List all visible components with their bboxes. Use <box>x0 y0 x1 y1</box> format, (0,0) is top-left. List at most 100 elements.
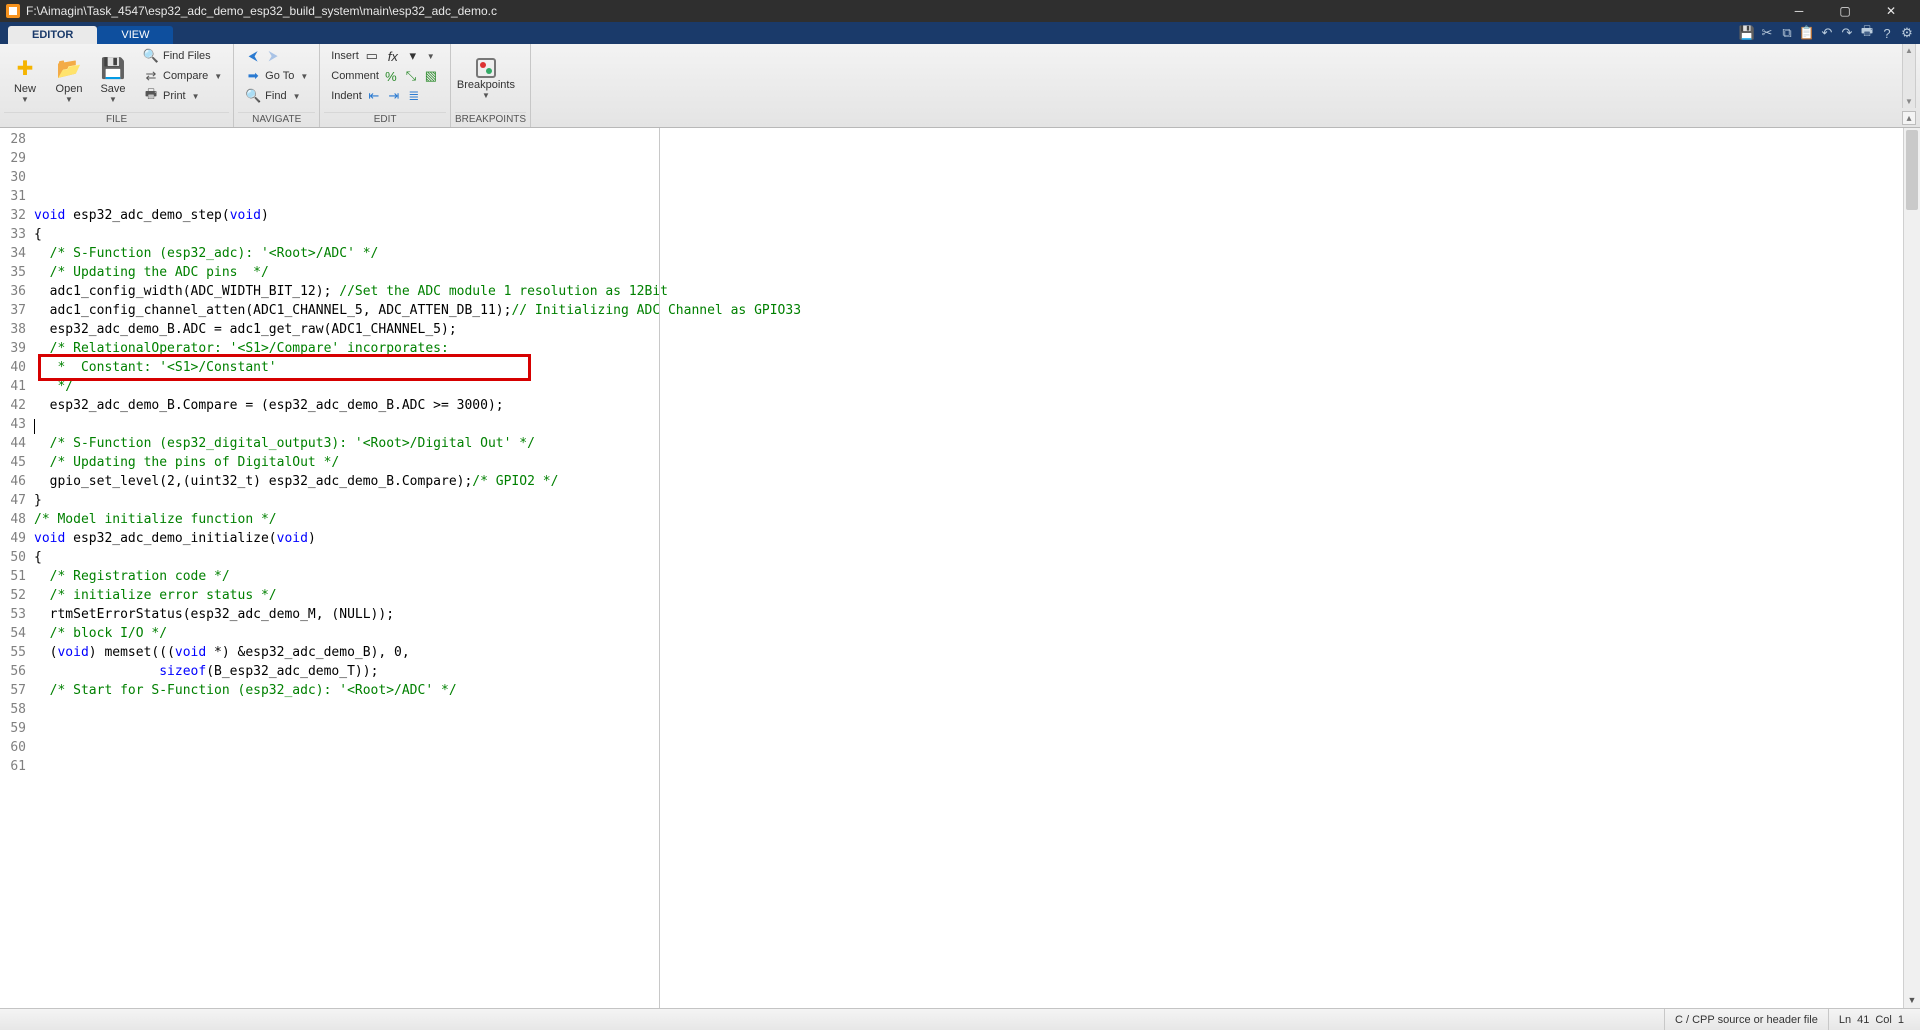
new-button[interactable]: ✚ New ▼ <box>4 46 46 108</box>
chevron-down-icon: ▼ <box>427 52 435 61</box>
qat-copy-icon[interactable]: ⧉ <box>1778 24 1796 42</box>
ribbon: ✚ New ▼ 📂 Open ▼ 💾 Save ▼ 🔍 <box>0 44 1920 128</box>
save-icon: 💾 <box>99 54 127 82</box>
goto-button[interactable]: ➡ Go To ▼ <box>238 66 315 86</box>
insert-section-icon: ▭ <box>363 48 381 64</box>
quick-access-toolbar: 💾 ✂ ⧉ 📋 ↶ ↷ 🖶 ? ⚙ <box>1738 24 1916 42</box>
chevron-down-icon: ▼ <box>21 95 29 104</box>
breakpoints-label: Breakpoints <box>457 80 515 91</box>
open-button[interactable]: 📂 Open ▼ <box>48 46 90 108</box>
find-files-label: Find Files <box>163 50 211 62</box>
smart-indent-icon: ≣ <box>406 88 422 104</box>
ribbon-navigate-label: NAVIGATE <box>238 112 315 127</box>
chevron-down-icon: ▼ <box>482 91 490 100</box>
indent-left-icon: ⇤ <box>366 88 382 104</box>
status-cursor: Ln 41 Col 1 <box>1828 1009 1914 1030</box>
ribbon-group-file: ✚ New ▼ 📂 Open ▼ 💾 Save ▼ 🔍 <box>0 44 234 127</box>
breakpoints-button[interactable]: Breakpoints ▼ <box>455 46 517 108</box>
window-controls: ─ ▢ ✕ <box>1776 0 1914 22</box>
qat-save-icon[interactable]: 💾 <box>1738 24 1756 42</box>
line-gutter: 2829303132333435363738394041424344454647… <box>0 128 32 1008</box>
insert-arrow-icon: ▾ <box>405 48 421 64</box>
vertical-scrollbar[interactable]: ▲ ▼ <box>1903 128 1920 1008</box>
chevron-down-icon: ▼ <box>192 92 200 101</box>
print-label: Print <box>163 90 186 102</box>
qat-undo-icon[interactable]: ↶ <box>1818 24 1836 42</box>
insert-button[interactable]: Insert ▭ fx ▾ ▼ <box>324 46 446 66</box>
folder-open-icon: 📂 <box>55 54 83 82</box>
qat-cut-icon[interactable]: ✂ <box>1758 24 1776 42</box>
ribbon-breakpoints-label: BREAKPOINTS <box>455 112 526 127</box>
find-files-button[interactable]: 🔍 Find Files <box>136 46 229 66</box>
print-button[interactable]: 🖶 Print ▼ <box>136 86 229 106</box>
comment-percent-icon: % <box>383 68 399 84</box>
search-icon: 🔍 <box>245 88 261 104</box>
app-icon <box>6 4 20 18</box>
chevron-down-icon: ▼ <box>109 95 117 104</box>
compare-button[interactable]: ⇄ Compare ▼ <box>136 66 229 86</box>
status-col-value: 1 <box>1898 1014 1904 1026</box>
close-button[interactable]: ✕ <box>1868 0 1914 22</box>
qat-paste-icon[interactable]: 📋 <box>1798 24 1816 42</box>
comment-block-icon: ▧ <box>423 68 439 84</box>
compare-label: Compare <box>163 70 208 82</box>
qat-print-icon[interactable]: 🖶 <box>1858 24 1876 42</box>
ribbon-group-navigate: ⮜ ⮞ ➡ Go To ▼ 🔍 Find ▼ NAVIGATE <box>234 44 320 127</box>
comment-label: Comment <box>331 70 379 82</box>
ribbon-scroll[interactable]: ▲▼ <box>1902 44 1916 108</box>
breakpoints-icon <box>476 58 496 78</box>
arrow-right-icon: ⮞ <box>265 48 281 64</box>
chevron-down-icon: ▼ <box>293 92 301 101</box>
editor-area: 2829303132333435363738394041424344454647… <box>0 128 1920 1008</box>
chevron-down-icon: ▼ <box>65 95 73 104</box>
comment-button[interactable]: Comment % ⤡ ▧ <box>324 66 446 86</box>
goto-icon: ➡ <box>245 68 261 84</box>
insert-fx-icon: fx <box>385 48 401 64</box>
status-ln-value: 41 <box>1857 1014 1869 1026</box>
ribbon-file-label: FILE <box>4 112 229 127</box>
scroll-down-icon[interactable]: ▼ <box>1904 991 1920 1008</box>
new-label: New <box>14 84 36 95</box>
save-button[interactable]: 💾 Save ▼ <box>92 46 134 108</box>
chevron-down-icon: ▼ <box>214 72 222 81</box>
qat-gear-icon[interactable]: ⚙ <box>1898 24 1916 42</box>
chevron-down-icon: ▼ <box>300 72 308 81</box>
ribbon-group-breakpoints: Breakpoints ▼ BREAKPOINTS <box>451 44 531 127</box>
uncomment-icon: ⤡ <box>403 68 419 84</box>
find-button[interactable]: 🔍 Find ▼ <box>238 86 315 106</box>
arrow-left-icon: ⮜ <box>245 48 261 64</box>
status-col-label: Col <box>1875 1014 1892 1026</box>
qat-redo-icon[interactable]: ↷ <box>1838 24 1856 42</box>
titlebar: F:\Aimagin\Task_4547\esp32_adc_demo_esp3… <box>0 0 1920 22</box>
insert-label: Insert <box>331 50 359 62</box>
window-title: F:\Aimagin\Task_4547\esp32_adc_demo_esp3… <box>26 4 1776 18</box>
indent-label: Indent <box>331 90 362 102</box>
find-files-icon: 🔍 <box>143 48 159 64</box>
open-label: Open <box>56 84 83 95</box>
goto-label: Go To <box>265 70 294 82</box>
plus-icon: ✚ <box>11 54 39 82</box>
ribbon-group-edit: Insert ▭ fx ▾ ▼ Comment % ⤡ ▧ Indent <box>320 44 451 127</box>
status-bar: C / CPP source or header file Ln 41 Col … <box>0 1008 1920 1030</box>
tab-editor[interactable]: EDITOR <box>8 26 97 44</box>
print-icon: 🖶 <box>143 88 159 104</box>
main-window: F:\Aimagin\Task_4547\esp32_adc_demo_esp3… <box>0 0 1920 1030</box>
indent-button[interactable]: Indent ⇤ ⇥ ≣ <box>324 86 446 106</box>
tab-view[interactable]: VIEW <box>97 26 173 44</box>
split-line[interactable] <box>659 128 660 1008</box>
ribbon-collapse-button[interactable]: ▴ <box>1902 111 1916 125</box>
compare-icon: ⇄ <box>143 68 159 84</box>
maximize-button[interactable]: ▢ <box>1822 0 1868 22</box>
highlight-box <box>38 354 531 381</box>
save-label: Save <box>100 84 125 95</box>
find-label: Find <box>265 90 286 102</box>
qat-help-icon[interactable]: ? <box>1878 24 1896 42</box>
scroll-thumb[interactable] <box>1906 130 1918 210</box>
code-view[interactable]: void esp32_adc_demo_step(void){ /* S-Fun… <box>32 128 1903 1008</box>
status-filetype: C / CPP source or header file <box>1664 1009 1828 1030</box>
nav-back-button[interactable]: ⮜ ⮞ <box>238 46 315 66</box>
tab-strip: EDITOR VIEW 💾 ✂ ⧉ 📋 ↶ ↷ 🖶 ? ⚙ <box>0 22 1920 44</box>
ribbon-edit-label: EDIT <box>324 112 446 127</box>
minimize-button[interactable]: ─ <box>1776 0 1822 22</box>
indent-right-icon: ⇥ <box>386 88 402 104</box>
